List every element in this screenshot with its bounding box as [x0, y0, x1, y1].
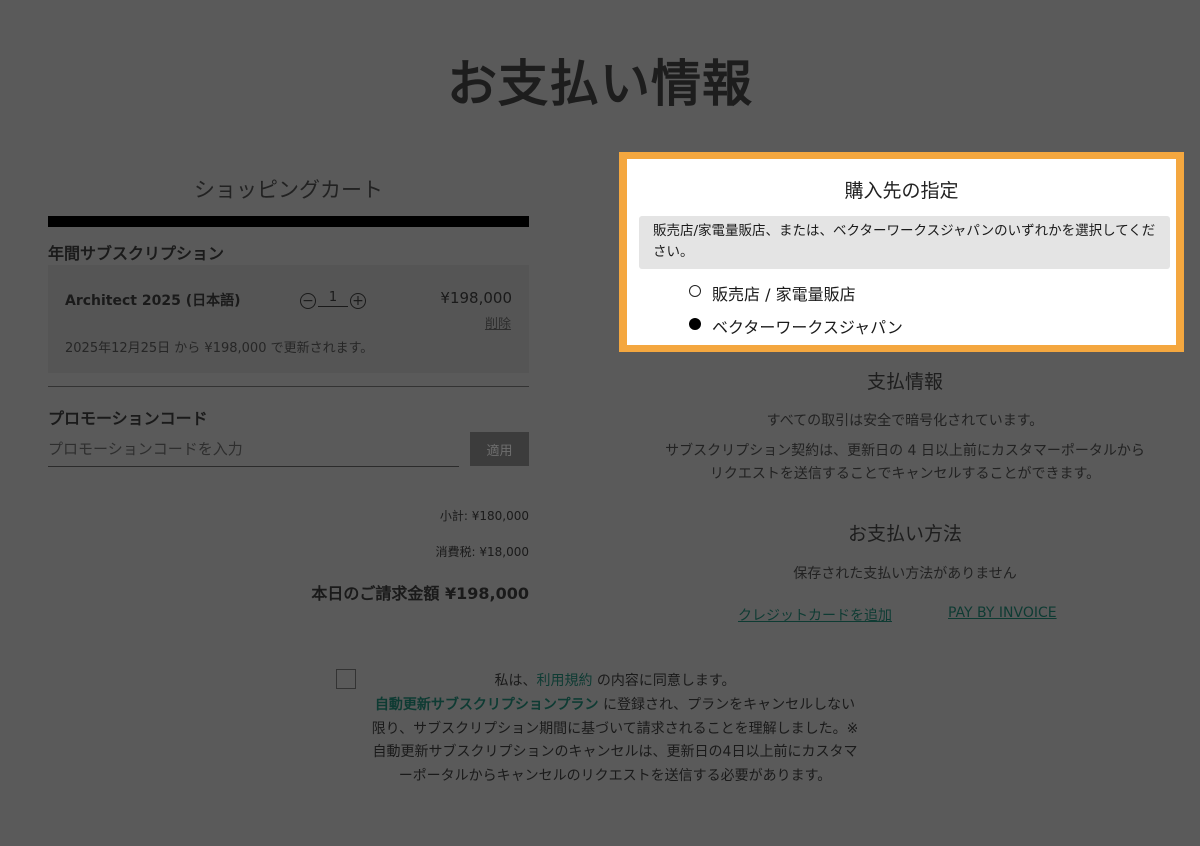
terms-checkbox[interactable]: [336, 669, 356, 689]
terms-body: 自動更新サブスクリプションプラン に登録され、プランをキャンセルしない限り、サブ…: [370, 694, 860, 788]
add-credit-card-link[interactable]: クレジットカードを追加: [738, 605, 892, 625]
subtotal: 小計: ¥180,000: [439, 509, 529, 523]
radio-label-vectorworks-japan[interactable]: ベクターワークスジャパン: [712, 314, 903, 338]
quantity-increase-icon[interactable]: +: [350, 293, 366, 309]
total-amount: 本日のご請求金額 ¥198,000: [311, 584, 529, 603]
apply-promo-button[interactable]: 適用: [470, 432, 529, 466]
quantity-decrease-icon[interactable]: −: [300, 293, 316, 309]
auto-renew-plan-link[interactable]: 自動更新サブスクリプションプラン: [375, 697, 599, 713]
terms-agreement: 私は、利用規約 の内容に同意します。: [370, 670, 860, 690]
terms-suffix: の内容に同意します。: [592, 673, 736, 689]
cancel-policy-text: サブスクリプション契約は、更新日の 4 日以上前にカスタマーポータルからリクエス…: [665, 443, 1145, 482]
divider: [48, 386, 529, 387]
terms-of-use-link[interactable]: 利用規約: [536, 673, 592, 689]
purchase-source-title: 購入先の指定: [844, 180, 959, 202]
payment-info-title: 支払情報: [866, 371, 943, 393]
radio-label-retailer[interactable]: 販売店 / 家電量販店: [712, 281, 856, 305]
promo-code-heading: プロモーションコード: [48, 409, 208, 428]
renewal-note: 2025年12月25日 から ¥198,000 で更新されます。: [65, 341, 374, 356]
cart-header-bar: [48, 216, 529, 227]
pay-by-invoice-link[interactable]: PAY BY INVOICE: [948, 605, 1057, 621]
delete-item-link[interactable]: 削除: [450, 313, 511, 332]
radio-vectorworks-japan[interactable]: [689, 318, 701, 330]
cart-title: ショッピングカート: [194, 178, 383, 202]
payment-method-title: お支払い方法: [847, 523, 962, 545]
consumption-tax: 消費税: ¥18,000: [435, 545, 529, 559]
no-payment-method-text: 保存された支払い方法がありません: [793, 566, 1017, 582]
page-title: お支払い情報: [447, 55, 753, 113]
item-name: Architect 2025 (日本語): [65, 293, 241, 309]
radio-retailer[interactable]: [689, 285, 701, 297]
quantity-value[interactable]: 1: [318, 290, 348, 307]
subscription-section-label: 年間サブスクリプション: [48, 244, 225, 263]
item-price: ¥198,000: [440, 289, 512, 307]
promo-code-input[interactable]: [48, 432, 459, 467]
terms-prefix: 私は、: [494, 673, 537, 689]
purchase-source-notice: 販売店/家電量販店、または、ベクターワークスジャパンのいずれかを選択してください…: [639, 216, 1170, 269]
secure-text: すべての取引は安全で暗号化されています。: [766, 413, 1044, 429]
